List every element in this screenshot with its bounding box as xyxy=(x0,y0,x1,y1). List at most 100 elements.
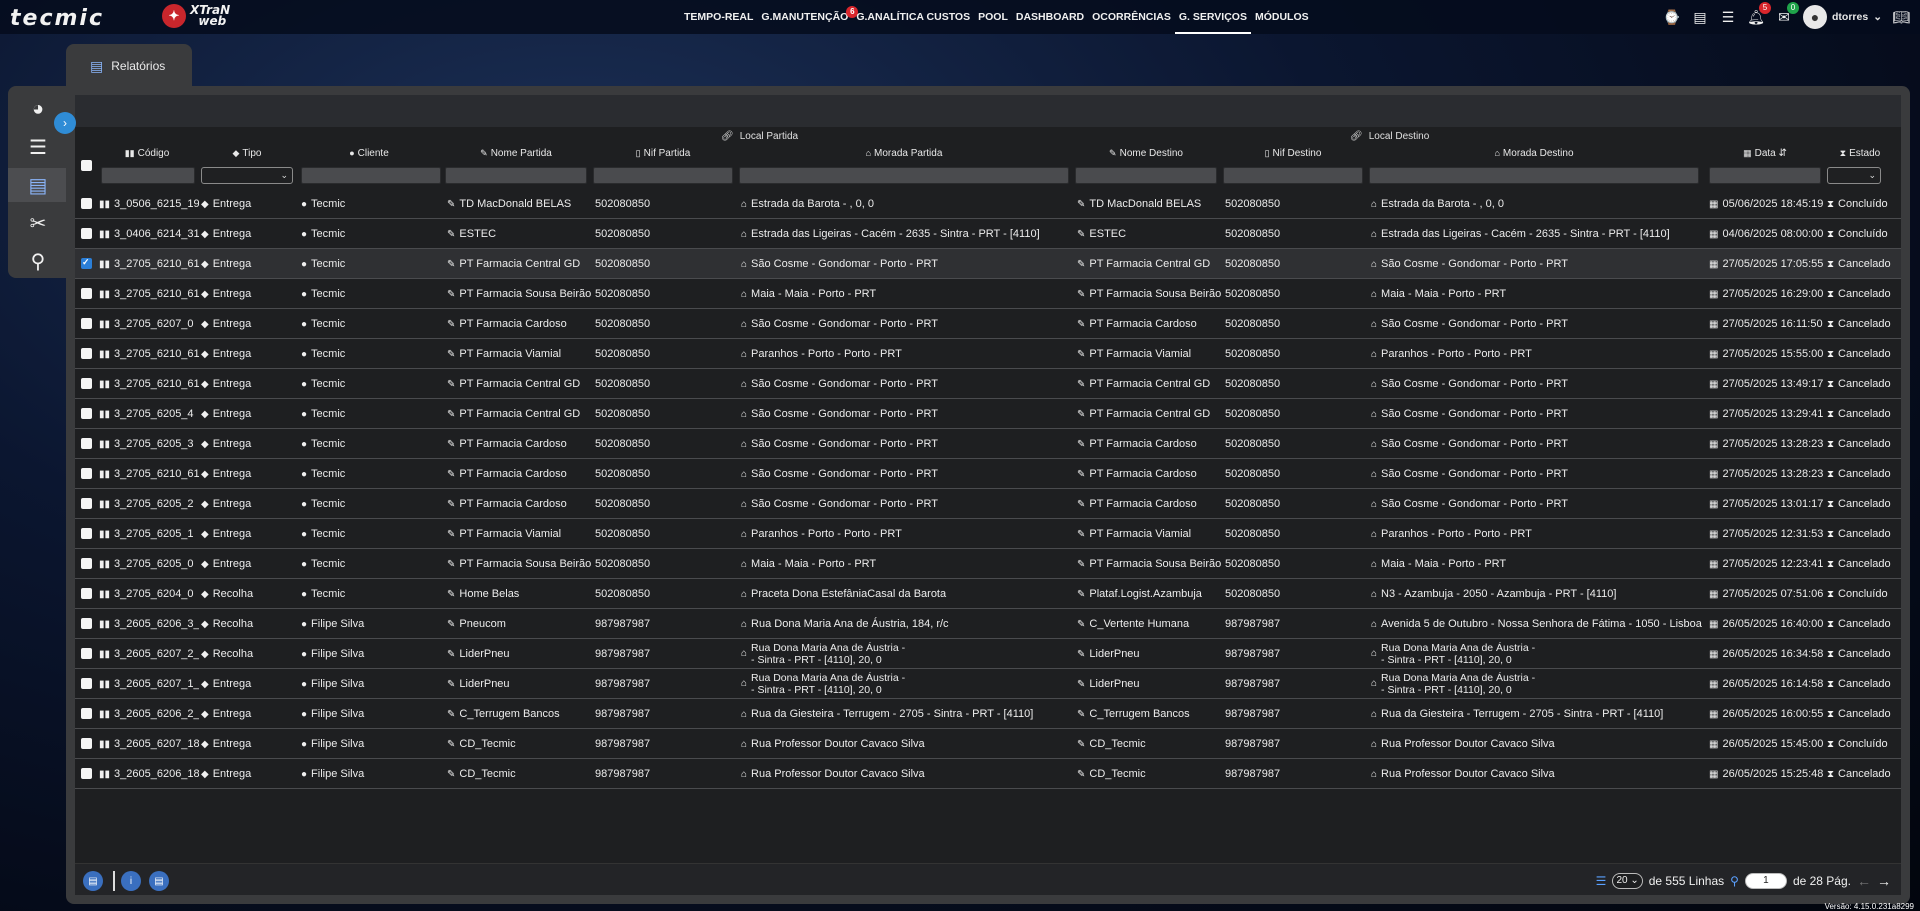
table-row[interactable]: ▮▮3_2705_6210_611◆Entrega●Tecmic✎PT Farm… xyxy=(75,249,1901,279)
table-row[interactable]: ▮▮ 3_2605_6206_3_ ◆ Recolha ● Filipe Silva ✎ Pn… xyxy=(75,609,1901,639)
nav-item-5[interactable]: OCORRÊNCIAS xyxy=(1088,0,1175,34)
export-document-button[interactable]: ▤ xyxy=(83,871,103,891)
table-row[interactable]: ▮▮ 3_0506_6215_190 ◆ Entrega ● Tecmic ✎ TD MacD… xyxy=(75,189,1901,219)
previous-page-icon[interactable]: ← xyxy=(1857,873,1871,889)
header-morada-destino[interactable]: ⌂ Morada Destino xyxy=(1369,148,1699,164)
row-checkbox[interactable] xyxy=(81,738,92,749)
envelope-icon[interactable]: ✉ 0 xyxy=(1775,2,1799,26)
server-icon[interactable]: ☰ xyxy=(20,130,56,164)
header-nif-partida[interactable]: ▯ Nif Partida xyxy=(593,148,733,164)
tab-relatorios[interactable]: ▤ Relatórios xyxy=(66,44,192,88)
page-number-input[interactable]: 1 xyxy=(1744,873,1787,889)
row-checkbox[interactable] xyxy=(81,198,92,209)
filter-nome-partida-input[interactable] xyxy=(445,167,587,184)
page-size-select[interactable]: 20 ⌄ xyxy=(1612,873,1643,889)
header-morada-partida[interactable]: ⌂ Morada Partida xyxy=(739,148,1069,164)
clock-document-icon[interactable]: ⌚ xyxy=(1663,8,1681,26)
nav-item-7[interactable]: MÓDULOS xyxy=(1251,0,1313,34)
row-checkbox[interactable] xyxy=(81,378,92,389)
row-checkbox[interactable] xyxy=(81,708,92,719)
row-checkbox[interactable] xyxy=(81,228,92,239)
header-codigo[interactable]: ▮▮ Código xyxy=(99,148,195,164)
filter-codigo-input[interactable] xyxy=(101,167,195,184)
header-cliente[interactable]: ● Cliente xyxy=(299,148,439,164)
hourglass-icon: ⧗ xyxy=(1827,228,1835,240)
table-row[interactable]: ▮▮ 3_2605_6207_188 ◆ Entrega ● Filipe Silva ✎ C… xyxy=(75,729,1901,759)
header-nome-partida[interactable]: ✎ Nome Partida xyxy=(445,148,587,164)
header-tipo[interactable]: ◆ Tipo xyxy=(201,148,293,164)
nav-item-1[interactable]: G.MANUTENÇÃO 6 xyxy=(757,0,859,34)
row-checkbox[interactable] xyxy=(81,288,92,299)
header-data[interactable]: ▦ Data ⇵ xyxy=(1709,148,1821,164)
table-row[interactable]: ▮▮ 3_2605_6207_2_ ◆ Recolha ● Filipe Silva ✎ Li… xyxy=(75,639,1901,669)
next-page-icon[interactable]: → xyxy=(1877,873,1891,889)
filter-estado-select[interactable]: ⌄ xyxy=(1827,167,1881,184)
row-checkbox[interactable] xyxy=(81,558,92,569)
row-checkbox[interactable] xyxy=(81,528,92,539)
tools-icon[interactable]: ✂ xyxy=(20,206,56,240)
filter-nome-destino-input[interactable] xyxy=(1075,167,1217,184)
report-button[interactable]: ▤ xyxy=(149,871,169,891)
table-row[interactable]: ▮▮3_2705_6210_611◆Entrega●Tecmic✎PT Farm… xyxy=(75,459,1901,489)
table-row[interactable]: ▮▮3_2705_6210_611◆Entrega●Tecmic✎PT Farm… xyxy=(75,369,1901,399)
filter-morada-destino-input[interactable] xyxy=(1369,167,1699,184)
table-row[interactable]: ▮▮ 3_2705_6204_0 ◆ Recolha ● Tecmic ✎ Home Bela… xyxy=(75,579,1901,609)
nav-item-0[interactable]: TEMPO-REAL xyxy=(680,0,757,34)
row-checkbox[interactable] xyxy=(81,318,92,329)
table-row[interactable]: ▮▮ 3_2605_6206_2_ ◆ Entrega ● Filipe Silva ✎ C_… xyxy=(75,699,1901,729)
table-row[interactable]: ▮▮ 3_2705_6205_2 ◆ Entrega ● Tecmic ✎ PT Farmac… xyxy=(75,489,1901,519)
info-button[interactable]: i xyxy=(121,871,141,891)
table-row[interactable]: ▮▮ 3_2705_6207_0 ◆ Entrega ● Tecmic ✎ PT Farmac… xyxy=(75,309,1901,339)
cell-text: Tecmic xyxy=(311,228,346,240)
nav-item-6[interactable]: G. SERVIÇOS xyxy=(1174,0,1251,34)
search-icon[interactable]: ⚲ xyxy=(1730,874,1739,888)
row-checkbox[interactable] xyxy=(81,588,92,599)
filter-tipo-select[interactable]: ⌄ xyxy=(201,167,293,184)
pie-chart-icon[interactable]: ◕ xyxy=(20,92,56,126)
table-row[interactable]: ▮▮3_2705_6210_611◆Entrega●Tecmic✎PT Farm… xyxy=(75,279,1901,309)
filter-data-input[interactable] xyxy=(1709,167,1821,184)
filter-nif-partida-input[interactable] xyxy=(593,167,733,184)
header-estado[interactable]: ⧗ Estado xyxy=(1825,148,1895,164)
filter-settings-icon[interactable]: ⚲ xyxy=(20,244,56,278)
row-checkbox[interactable] xyxy=(81,438,92,449)
row-checkbox[interactable] xyxy=(81,408,92,419)
report-document-icon[interactable]: ▤ xyxy=(8,168,68,202)
nav-item-3[interactable]: POOL xyxy=(974,0,1012,34)
cell-nif-partida: 987987987 xyxy=(595,669,735,699)
row-checkbox[interactable] xyxy=(81,618,92,629)
row-checkbox[interactable] xyxy=(81,768,92,779)
document-icon[interactable]: ▤ xyxy=(1691,8,1709,26)
table-row[interactable]: ▮▮ 3_2605_6206_188 ◆ Entrega ● Filipe Silva ✎ C… xyxy=(75,759,1901,789)
expand-sidebar-button[interactable]: › xyxy=(54,112,76,134)
header-nome-destino[interactable]: ✎ Nome Destino xyxy=(1075,148,1217,164)
filter-nif-destino-input[interactable] xyxy=(1223,167,1363,184)
table-row[interactable]: ▮▮3_2705_6210_611◆Entrega●Tecmic✎PT Farm… xyxy=(75,339,1901,369)
book-icon[interactable]: 📖︎ xyxy=(1892,8,1910,26)
table-row[interactable]: ▮▮ 3_2705_6205_4 ◆ Entrega ● Tecmic ✎ PT Farmac… xyxy=(75,399,1901,429)
table-row[interactable]: ▮▮ 3_2705_6205_1 ◆ Entrega ● Tecmic ✎ PT Farmac… xyxy=(75,519,1901,549)
row-checkbox[interactable] xyxy=(81,498,92,509)
row-checkbox[interactable] xyxy=(81,648,92,659)
table-row[interactable]: ▮▮ 3_0406_6214_314 ◆ Entrega ● Tecmic ✎ ESTEC 50… xyxy=(75,219,1901,249)
filter-morada-partida-input[interactable] xyxy=(739,167,1069,184)
table-row[interactable]: ▮▮ 3_2705_6205_0 ◆ Entrega ● Tecmic ✎ PT Farmac… xyxy=(75,549,1901,579)
barcode-icon: ▮▮ xyxy=(99,438,111,450)
tag-icon: ◆ xyxy=(201,468,209,480)
user-menu[interactable]: ● dtorres ⌄ xyxy=(1803,5,1882,29)
table-row[interactable]: ▮▮ 3_2705_6205_3 ◆ Entrega ● Tecmic ✎ PT Farmac… xyxy=(75,429,1901,459)
row-checkbox[interactable] xyxy=(81,348,92,359)
sliders-icon[interactable]: ☰ xyxy=(1719,8,1737,26)
nav-item-2[interactable]: G.ANALÍTICA CUSTOS xyxy=(852,0,974,34)
xtran-web-logo[interactable]: ✦ XTraN web xyxy=(162,4,230,28)
tecmic-logo[interactable]: tecmic xyxy=(10,6,104,31)
row-checkbox[interactable] xyxy=(81,257,92,269)
user-icon: ● xyxy=(301,198,308,210)
row-checkbox[interactable] xyxy=(81,678,92,689)
table-row[interactable]: ▮▮ 3_2605_6207_1_ ◆ Entrega ● Filipe Silva ✎ Li… xyxy=(75,669,1901,699)
header-nif-destino[interactable]: ▯ Nif Destino xyxy=(1223,148,1363,164)
nav-item-4[interactable]: DASHBOARD xyxy=(1012,0,1088,34)
row-checkbox[interactable] xyxy=(81,468,92,479)
filter-cliente-input[interactable] xyxy=(301,167,441,184)
bell-icon[interactable]: 🔔︎ 5 xyxy=(1747,2,1771,26)
